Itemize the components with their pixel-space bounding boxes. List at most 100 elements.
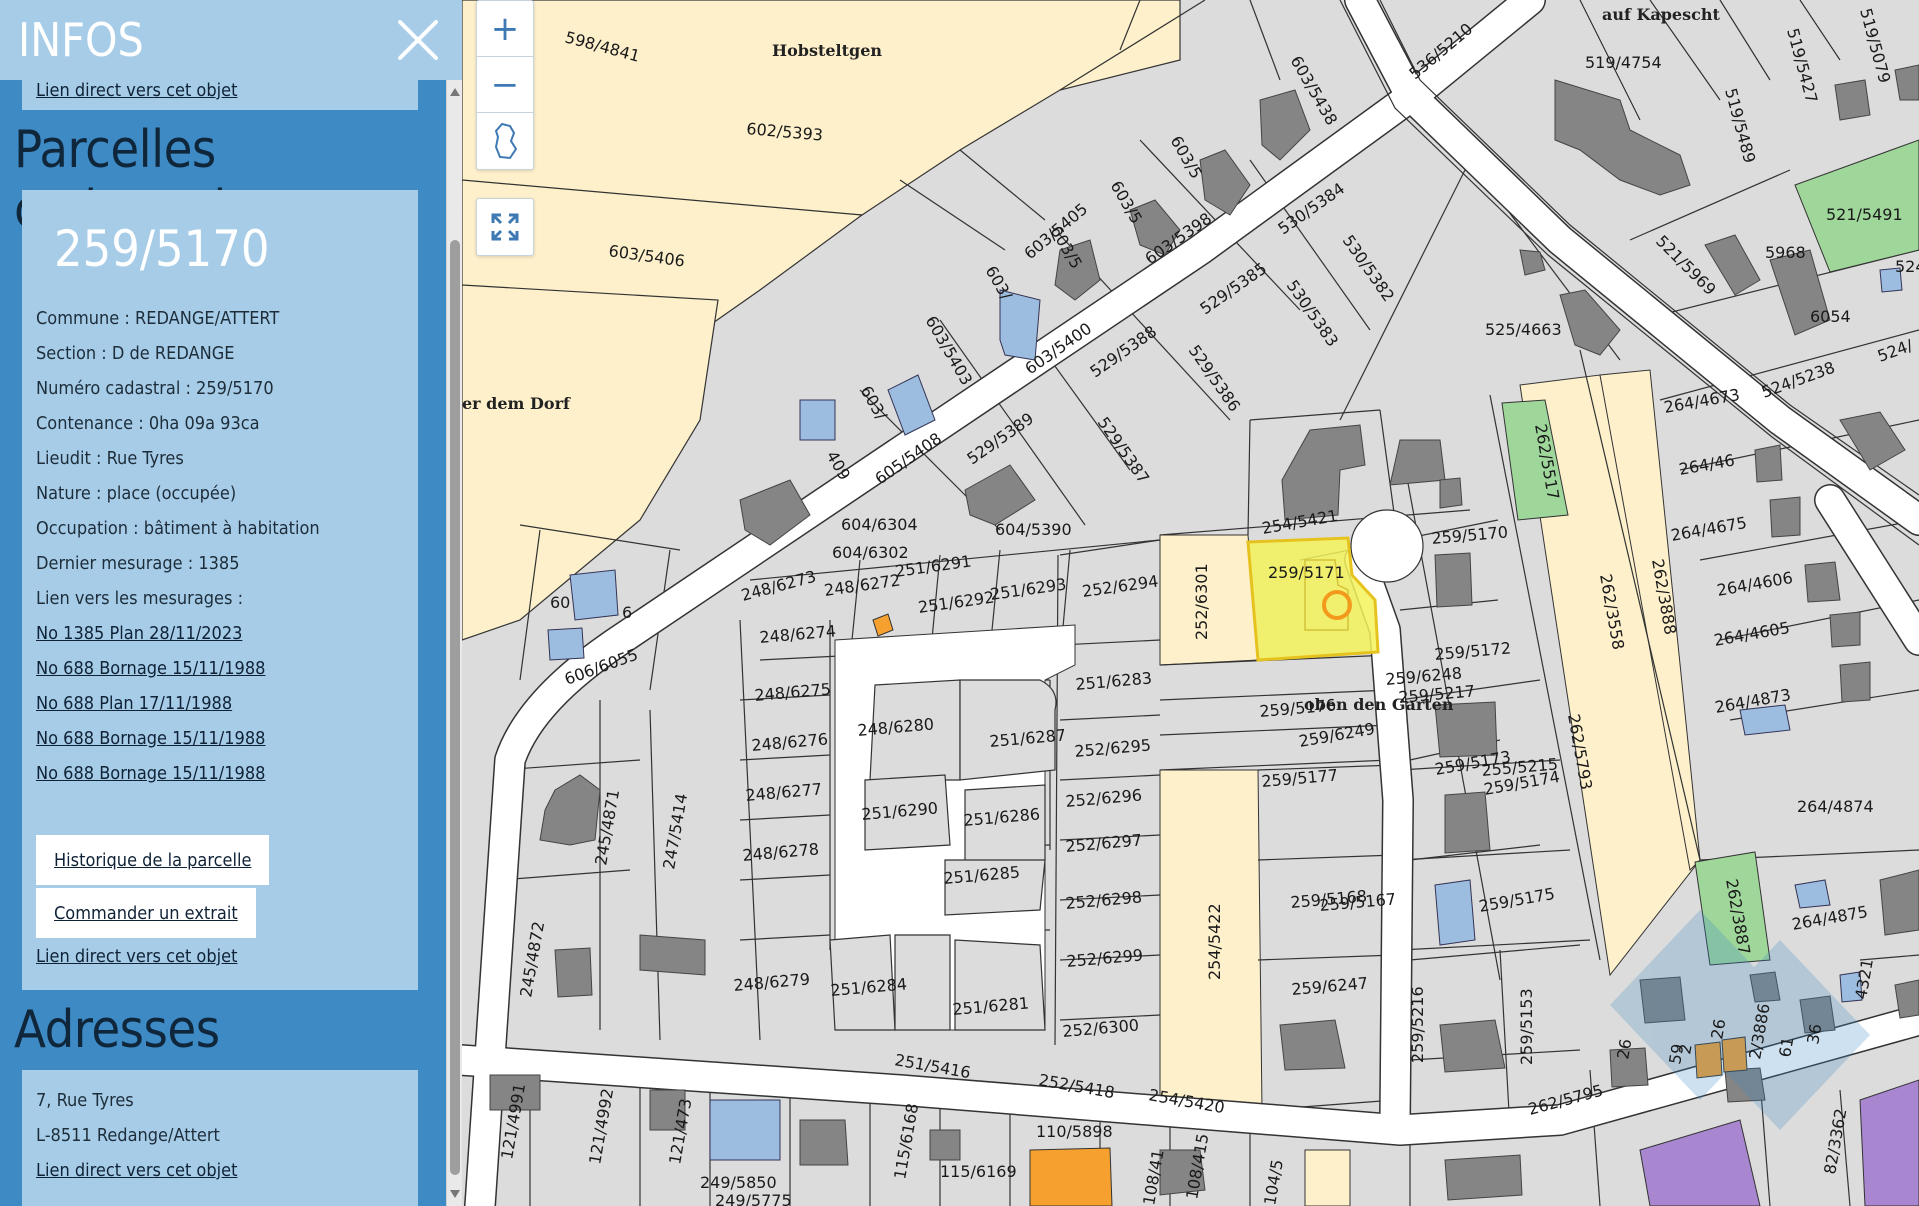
info-section: Section : D de REDANGE: [36, 343, 235, 364]
parcel-label: 259/5153: [1517, 988, 1536, 1065]
parcel-label: 259/6247: [1291, 973, 1369, 999]
parcel-label: 604/6304: [841, 515, 918, 534]
zoom-out-button[interactable]: −: [477, 57, 533, 113]
panel-title: INFOS: [18, 13, 144, 67]
parcel-label: 264/4673: [1662, 385, 1741, 417]
info-lieudit: Lieudit : Rue Tyres: [36, 448, 184, 469]
measurement-link[interactable]: No 688 Bornage 15/11/1988: [36, 658, 265, 679]
info-nature: Nature : place (occupée): [36, 483, 237, 504]
parcel-label: 259/5171: [1268, 563, 1345, 582]
address-street: 7, Rue Tyres: [36, 1090, 134, 1111]
parcel-label: 252/6295: [1074, 735, 1152, 761]
parcel-label: 264/4605: [1712, 618, 1791, 650]
parcel-label: 108/415: [1182, 1132, 1212, 1201]
place-name-label: Hobsteltgen: [772, 41, 882, 60]
parcel-label: 264/4874: [1797, 797, 1874, 816]
parcel-label: 121/4992: [585, 1087, 617, 1166]
parcel-label: 524: [1895, 257, 1919, 276]
parcel-label: 252/6299: [1066, 945, 1144, 971]
place-name-label: auf Kapescht: [1602, 5, 1720, 24]
parcel-label: 248/6272: [823, 570, 902, 599]
parcel-label: 519/4754: [1585, 53, 1662, 72]
parcel-label: 264/4606: [1715, 568, 1794, 600]
info-occupation: Occupation : bâtiment à habitation: [36, 518, 320, 539]
fullscreen-icon: [491, 213, 519, 241]
parcel-label: 521/5969: [1652, 231, 1720, 299]
cul-de-sac: [1350, 509, 1424, 583]
parcel-label: 530/5382: [1339, 231, 1399, 305]
parcel-label: 530/5383: [1283, 276, 1343, 350]
parcel-label: 521/5491: [1826, 205, 1903, 224]
parcel-label: 251/6292: [917, 587, 996, 616]
parcel-label: 251/6293: [989, 574, 1068, 603]
parcel-label: 603/: [857, 383, 892, 424]
parcel-label: 249/5850: [700, 1173, 777, 1192]
parcel-label: 259/5216: [1408, 986, 1427, 1063]
parcel-label: 264/4675: [1669, 513, 1748, 545]
parcel-label: 604/6302: [832, 543, 909, 562]
parcel-label: 259/5176: [1259, 695, 1337, 721]
parcel-label: 254/5422: [1205, 903, 1224, 980]
parcel-label: 6054: [1810, 307, 1851, 326]
parcel-label: 259/5175: [1477, 884, 1556, 916]
parcel-label: 5968: [1765, 243, 1806, 262]
parcel-label: 26: [1613, 1037, 1635, 1060]
top-direct-link[interactable]: Lien direct vers cet objet: [36, 80, 237, 101]
extract-button[interactable]: Commander un extrait: [36, 888, 256, 938]
parcel-direct-link[interactable]: Lien direct vers cet objet: [36, 946, 237, 967]
measurement-link[interactable]: No 688 Bornage 15/11/1988: [36, 763, 265, 784]
place-name-label: er dem Dorf: [462, 394, 571, 413]
info-numero: Numéro cadastral : 259/5170: [36, 378, 274, 399]
history-button[interactable]: Historique de la parcelle: [36, 835, 270, 885]
measurement-link[interactable]: No 688 Plan 17/11/1988: [36, 693, 232, 714]
parcel-label: 245/4872: [516, 920, 548, 999]
parcel-label: 248/6278: [742, 839, 820, 865]
parcel-label: 248/6274: [759, 621, 837, 647]
info-contenance: Contenance : 0ha 09a 93ca: [36, 413, 260, 434]
parcel-label: 110/5898: [1036, 1122, 1113, 1141]
parcel-label: 604/5390: [995, 520, 1072, 539]
panel-scrollbar[interactable]: [446, 80, 462, 1206]
parcel-label: 252/6296: [1065, 785, 1143, 811]
address-direct-link[interactable]: Lien direct vers cet objet: [36, 1160, 237, 1181]
fullscreen-control: [476, 198, 534, 256]
parcel-label: 248/6277: [745, 779, 823, 805]
parcel-label: 6: [622, 603, 632, 622]
parcel-label: 603/5403: [922, 313, 977, 389]
parcel-number: 259/5170: [54, 220, 270, 278]
parcel-label: 259/6249: [1297, 719, 1376, 751]
parcel-label: 252/6298: [1065, 887, 1143, 913]
parcel-label: 259/5172: [1434, 638, 1512, 664]
close-icon[interactable]: [388, 10, 448, 70]
parcel-label: 248/6279: [733, 969, 811, 995]
parcel-label: 115/6168: [890, 1102, 922, 1181]
parcel-label: 247/5414: [659, 792, 691, 871]
parcel-label: 248/6276: [751, 729, 829, 755]
address-city: L-8511 Redange/Attert: [36, 1125, 220, 1146]
parcel-label: 519/5079: [1856, 6, 1894, 85]
info-panel: INFOS Lien direct vers cet objet Parcell…: [0, 0, 462, 1206]
fullscreen-button[interactable]: [477, 199, 533, 255]
panel-body: Lien direct vers cet objet Parcelles cad…: [0, 60, 446, 1206]
parcel-label: 519/5489: [1721, 86, 1759, 165]
zoom-control: + −: [476, 0, 534, 170]
info-dernier-mesurage: Dernier mesurage : 1385: [36, 553, 240, 574]
scroll-up-icon[interactable]: [450, 88, 460, 96]
parcel-label: 529/5387: [1094, 413, 1154, 487]
parcel-label: 248/6273: [739, 567, 818, 605]
parcel-label: 252/6297: [1065, 830, 1143, 856]
parcel-label: 525/4663: [1485, 320, 1562, 339]
overview-button[interactable]: [477, 113, 533, 169]
minus-icon: −: [490, 64, 520, 105]
country-outline-icon: [494, 122, 518, 160]
addresses-section-title: Adresses: [14, 1000, 220, 1060]
zoom-in-button[interactable]: +: [477, 1, 533, 57]
scroll-thumb[interactable]: [450, 240, 460, 1175]
measurement-link[interactable]: No 1385 Plan 28/11/2023: [36, 623, 242, 644]
parcel-label: 519/5427: [1783, 26, 1821, 105]
address-card: 7, Rue Tyres L-8511 Redange/Attert Lien …: [22, 1070, 418, 1206]
scroll-down-icon[interactable]: [450, 1190, 460, 1198]
parcel-label: 60: [550, 593, 570, 612]
measurement-link[interactable]: No 688 Bornage 15/11/1988: [36, 728, 265, 749]
parcel-label: 252/6301: [1192, 563, 1211, 640]
